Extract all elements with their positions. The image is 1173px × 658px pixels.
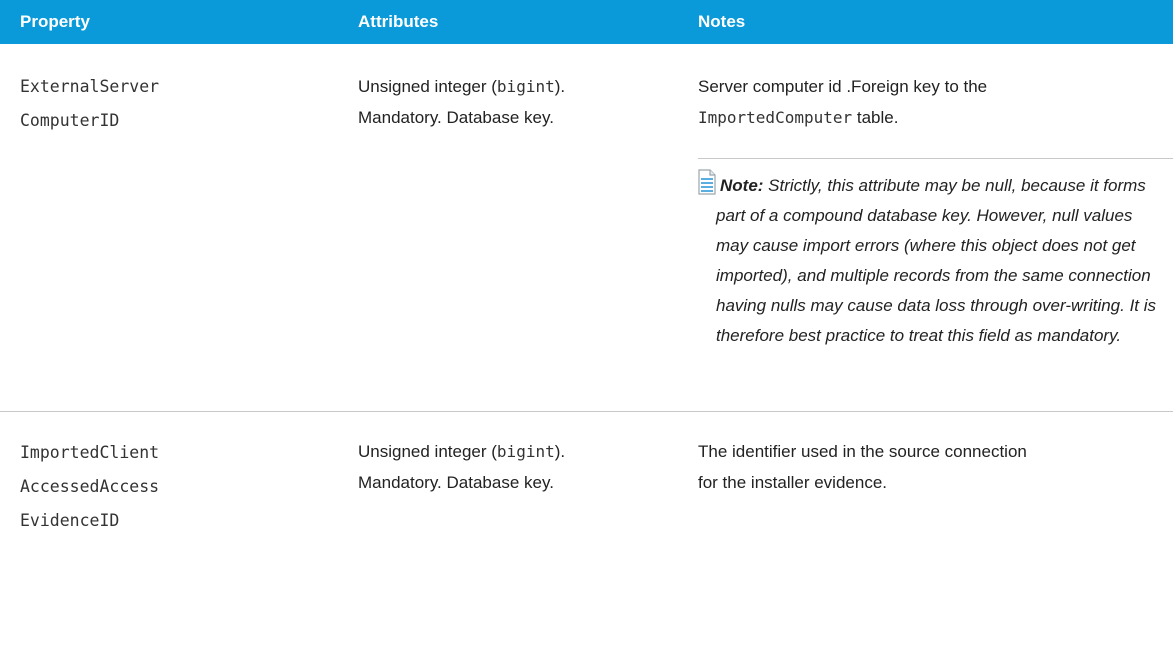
notes-line: for the installer evidence.	[698, 473, 887, 492]
header-notes: Notes	[698, 12, 746, 31]
notes-code: ImportedComputer	[698, 108, 853, 127]
attributes-text: ).	[554, 442, 566, 461]
note-icon	[698, 169, 716, 195]
header-property: Property	[20, 12, 90, 31]
notes-text: table.	[852, 108, 899, 127]
property-name: ImportedClient AccessedAccess EvidenceID	[20, 436, 159, 538]
notes-line: ImportedComputer table.	[698, 102, 987, 133]
properties-table: Property Attributes Notes ExternalServer…	[0, 0, 1173, 658]
attributes-line: Mandatory. Database key.	[358, 473, 554, 492]
property-name-line: ExternalServer	[20, 77, 160, 96]
notes-line: Server computer id .Foreign key to the	[698, 77, 988, 96]
attributes-text: ).	[554, 77, 566, 96]
attributes-line: Unsigned integer (bigint).	[358, 436, 565, 467]
attributes-line: Unsigned integer (bigint).	[358, 71, 565, 102]
property-name-line: EvidenceID	[20, 511, 120, 530]
note-label: Note:	[720, 176, 764, 195]
attributes-code: bigint	[496, 442, 555, 461]
property-name-line: AccessedAccess	[20, 477, 160, 496]
attributes-line: Mandatory. Database key.	[358, 108, 554, 127]
attributes-cell: Unsigned integer (bigint). Mandatory. Da…	[358, 436, 565, 498]
note-body: Strictly, this attribute may be null, be…	[716, 176, 1157, 345]
header-attributes: Attributes	[358, 12, 439, 31]
property-name-line: ImportedClient	[20, 443, 160, 462]
note-callout: Note: Strictly, this attribute may be nu…	[698, 158, 1173, 399]
notes-cell: The identifier used in the source connec…	[698, 436, 1027, 498]
notes-cell: Server computer id .Foreign key to the I…	[698, 71, 987, 133]
property-name: ExternalServer ComputerID	[20, 70, 159, 138]
table-row: ExternalServer ComputerID Unsigned integ…	[0, 44, 1173, 412]
attributes-code: bigint	[496, 77, 555, 96]
attributes-text: Unsigned integer (	[358, 77, 497, 96]
table-header: Property Attributes Notes	[0, 0, 1173, 44]
property-name-line: ComputerID	[20, 111, 120, 130]
notes-line: The identifier used in the source connec…	[698, 442, 1027, 461]
note-text: Note: Strictly, this attribute may be nu…	[716, 171, 1168, 351]
table-row: ImportedClient AccessedAccess EvidenceID…	[0, 412, 1173, 658]
attributes-cell: Unsigned integer (bigint). Mandatory. Da…	[358, 71, 565, 133]
attributes-text: Unsigned integer (	[358, 442, 497, 461]
